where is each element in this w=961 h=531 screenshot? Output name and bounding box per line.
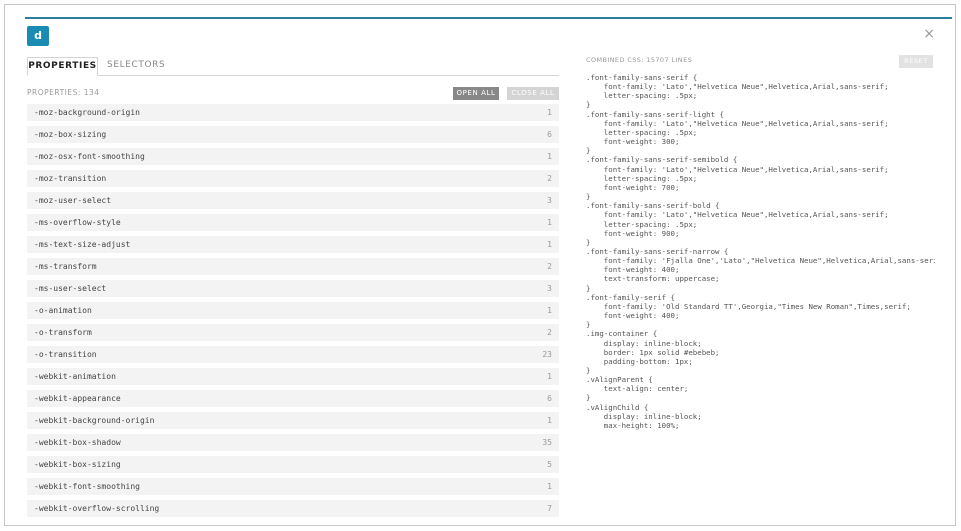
property-name: -o-transition — [34, 350, 97, 359]
property-name: -ms-user-select — [34, 284, 107, 293]
combined-css-code: .font-family-sans-serif { font-family: '… — [586, 73, 935, 430]
property-count: 3 — [547, 196, 552, 205]
property-count: 1 — [547, 482, 552, 491]
property-name: -webkit-font-smoothing — [34, 482, 140, 491]
property-name: -ms-overflow-style — [34, 218, 121, 227]
properties-list: -moz-background-origin 1 -moz-box-sizing 6-… — [27, 104, 559, 517]
property-name: -moz-osx-font-smoothing — [34, 152, 145, 161]
property-row[interactable]: -moz-user-select 3 — [27, 192, 559, 209]
property-row[interactable]: -moz-transition 2 — [27, 170, 559, 187]
property-row[interactable]: -webkit-box-sizing 5 — [27, 456, 559, 473]
property-count: 1 — [547, 152, 552, 161]
combined-css-label: COMBINED CSS: 15707 LINES — [586, 56, 693, 64]
tab-properties[interactable]: PROPERTIES — [27, 57, 98, 76]
open-all-button[interactable]: OPEN ALL — [453, 87, 499, 100]
property-name: -moz-background-origin — [34, 108, 140, 117]
property-count: 6 — [547, 394, 552, 403]
property-count: 7 — [547, 504, 552, 513]
properties-toolbar: PROPERTIES: 134 OPEN ALL CLOSE ALL — [27, 76, 559, 104]
property-count: 3 — [547, 284, 552, 293]
accent-bar — [25, 17, 952, 19]
property-row[interactable]: -webkit-background-origin 1 — [27, 412, 559, 429]
combined-css-panel: COMBINED CSS: 15707 LINES RESET .font-fa… — [586, 55, 935, 523]
properties-count: PROPERTIES: 134 — [27, 88, 100, 97]
property-row[interactable]: -webkit-appearance 6 — [27, 390, 559, 407]
close-icon[interactable]: × — [923, 27, 935, 41]
property-row[interactable]: -moz-background-origin 1 — [27, 104, 559, 121]
property-row[interactable]: -webkit-overflow-scrolling 7 — [27, 500, 559, 517]
property-count: 2 — [547, 328, 552, 337]
property-row[interactable]: -o-transform 2 — [27, 324, 559, 341]
property-count: 23 — [542, 350, 552, 359]
property-count: 1 — [547, 372, 552, 381]
tab-selectors[interactable]: SELECTORS — [107, 57, 165, 76]
property-row[interactable]: -webkit-box-shadow 35 — [27, 434, 559, 451]
property-count: 6 — [547, 130, 552, 139]
property-row[interactable]: -moz-osx-font-smoothing 1 — [27, 148, 559, 165]
property-row[interactable]: -o-animation 1 — [27, 302, 559, 319]
property-count: 1 — [547, 306, 552, 315]
property-count: 2 — [547, 262, 552, 271]
property-name: -o-animation — [34, 306, 92, 315]
app-logo: d — [27, 26, 49, 46]
property-name: -moz-user-select — [34, 196, 112, 205]
property-name: -webkit-box-shadow — [34, 438, 121, 447]
property-row[interactable]: -moz-box-sizing 6 — [27, 126, 559, 143]
property-row[interactable]: -ms-user-select 3 — [27, 280, 559, 297]
property-count: 35 — [542, 438, 552, 447]
property-row[interactable]: -ms-transform 2 — [27, 258, 559, 275]
property-count: 1 — [547, 416, 552, 425]
property-name: -ms-transform — [34, 262, 97, 271]
property-name: -moz-transition — [34, 174, 107, 183]
property-name: -webkit-box-sizing — [34, 460, 121, 469]
property-name: -webkit-overflow-scrolling — [34, 504, 160, 513]
property-name: -o-transform — [34, 328, 92, 337]
property-name: -moz-box-sizing — [34, 130, 107, 139]
property-row[interactable]: -webkit-animation 1 — [27, 368, 559, 385]
property-count: 2 — [547, 174, 552, 183]
property-name: -ms-text-size-adjust — [34, 240, 131, 249]
close-all-button[interactable]: CLOSE ALL — [507, 87, 559, 100]
property-count: 1 — [547, 218, 552, 227]
property-count: 5 — [547, 460, 552, 469]
reset-button[interactable]: RESET — [899, 55, 933, 68]
property-row[interactable]: -ms-overflow-style 1 — [27, 214, 559, 231]
property-name: -webkit-background-origin — [34, 416, 155, 425]
tab-bar: PROPERTIES SELECTORS — [27, 57, 559, 76]
property-row[interactable]: -ms-text-size-adjust 1 — [27, 236, 559, 253]
property-count: 1 — [547, 108, 552, 117]
property-row[interactable]: -o-transition 23 — [27, 346, 559, 363]
property-name: -webkit-animation — [34, 372, 116, 381]
properties-panel: PROPERTIES SELECTORS PROPERTIES: 134 OPE… — [27, 57, 559, 522]
property-name: -webkit-appearance — [34, 394, 121, 403]
property-row[interactable]: -webkit-font-smoothing 1 — [27, 478, 559, 495]
property-count: 1 — [547, 240, 552, 249]
